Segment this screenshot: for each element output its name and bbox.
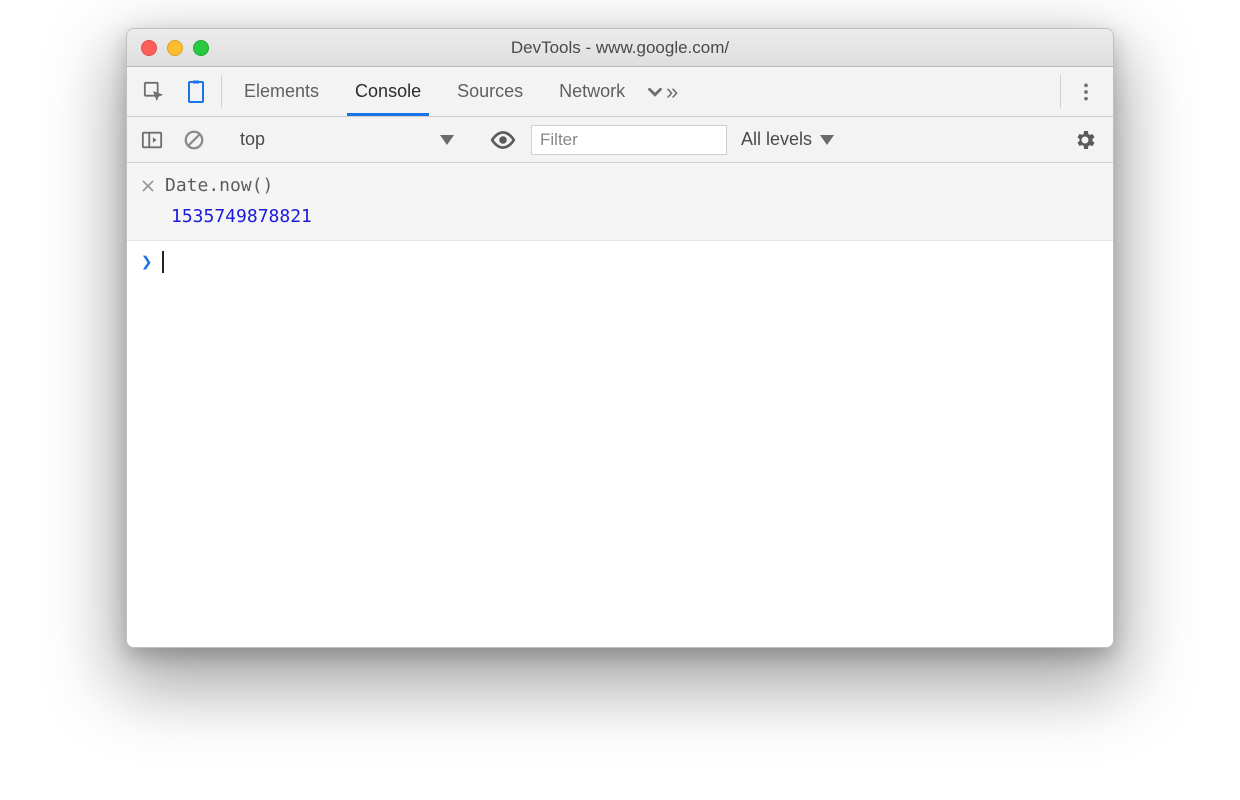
dropdown-caret-icon bbox=[820, 135, 834, 145]
inspect-element-icon[interactable] bbox=[133, 67, 175, 116]
context-label: top bbox=[240, 129, 265, 150]
console-output: Date.now() 1535749878821 ❯ bbox=[127, 163, 1113, 647]
console-result-text: 1535749878821 bbox=[141, 202, 1099, 233]
tab-console[interactable]: Console bbox=[337, 67, 439, 116]
toggle-drawer-icon[interactable] bbox=[135, 129, 169, 151]
more-tabs-icon[interactable]: » bbox=[643, 67, 679, 116]
console-entry: Date.now() 1535749878821 bbox=[127, 163, 1113, 241]
tab-elements[interactable]: Elements bbox=[226, 67, 337, 116]
console-toolbar: top All levels bbox=[127, 117, 1113, 163]
settings-gear-icon[interactable] bbox=[1065, 128, 1105, 152]
prompt-caret-icon: ❯ bbox=[141, 251, 152, 273]
device-toolbar-icon[interactable] bbox=[175, 67, 217, 116]
clear-console-icon[interactable] bbox=[177, 129, 211, 151]
live-expression-icon[interactable] bbox=[483, 127, 523, 153]
clear-entry-icon[interactable] bbox=[141, 179, 155, 193]
titlebar: DevTools - www.google.com/ bbox=[127, 29, 1113, 67]
levels-label: All levels bbox=[741, 129, 812, 150]
dropdown-caret-icon bbox=[440, 135, 454, 145]
kebab-menu-icon[interactable] bbox=[1065, 67, 1107, 116]
devtools-window: DevTools - www.google.com/ Elements Cons… bbox=[126, 28, 1114, 648]
divider bbox=[221, 75, 222, 108]
tab-sources[interactable]: Sources bbox=[439, 67, 541, 116]
divider bbox=[1060, 75, 1061, 108]
main-toolbar: Elements Console Sources Network » bbox=[127, 67, 1113, 117]
close-window-button[interactable] bbox=[141, 40, 157, 56]
window-controls bbox=[127, 40, 209, 56]
console-prompt[interactable]: ❯ bbox=[127, 241, 1113, 283]
filter-input[interactable] bbox=[531, 125, 727, 155]
log-levels-selector[interactable]: All levels bbox=[735, 129, 840, 150]
minimize-window-button[interactable] bbox=[167, 40, 183, 56]
console-input-text: Date.now() bbox=[165, 171, 273, 202]
context-selector[interactable]: top bbox=[232, 129, 462, 150]
window-title: DevTools - www.google.com/ bbox=[127, 38, 1113, 58]
zoom-window-button[interactable] bbox=[193, 40, 209, 56]
tab-network[interactable]: Network bbox=[541, 67, 643, 116]
text-cursor bbox=[162, 251, 164, 273]
